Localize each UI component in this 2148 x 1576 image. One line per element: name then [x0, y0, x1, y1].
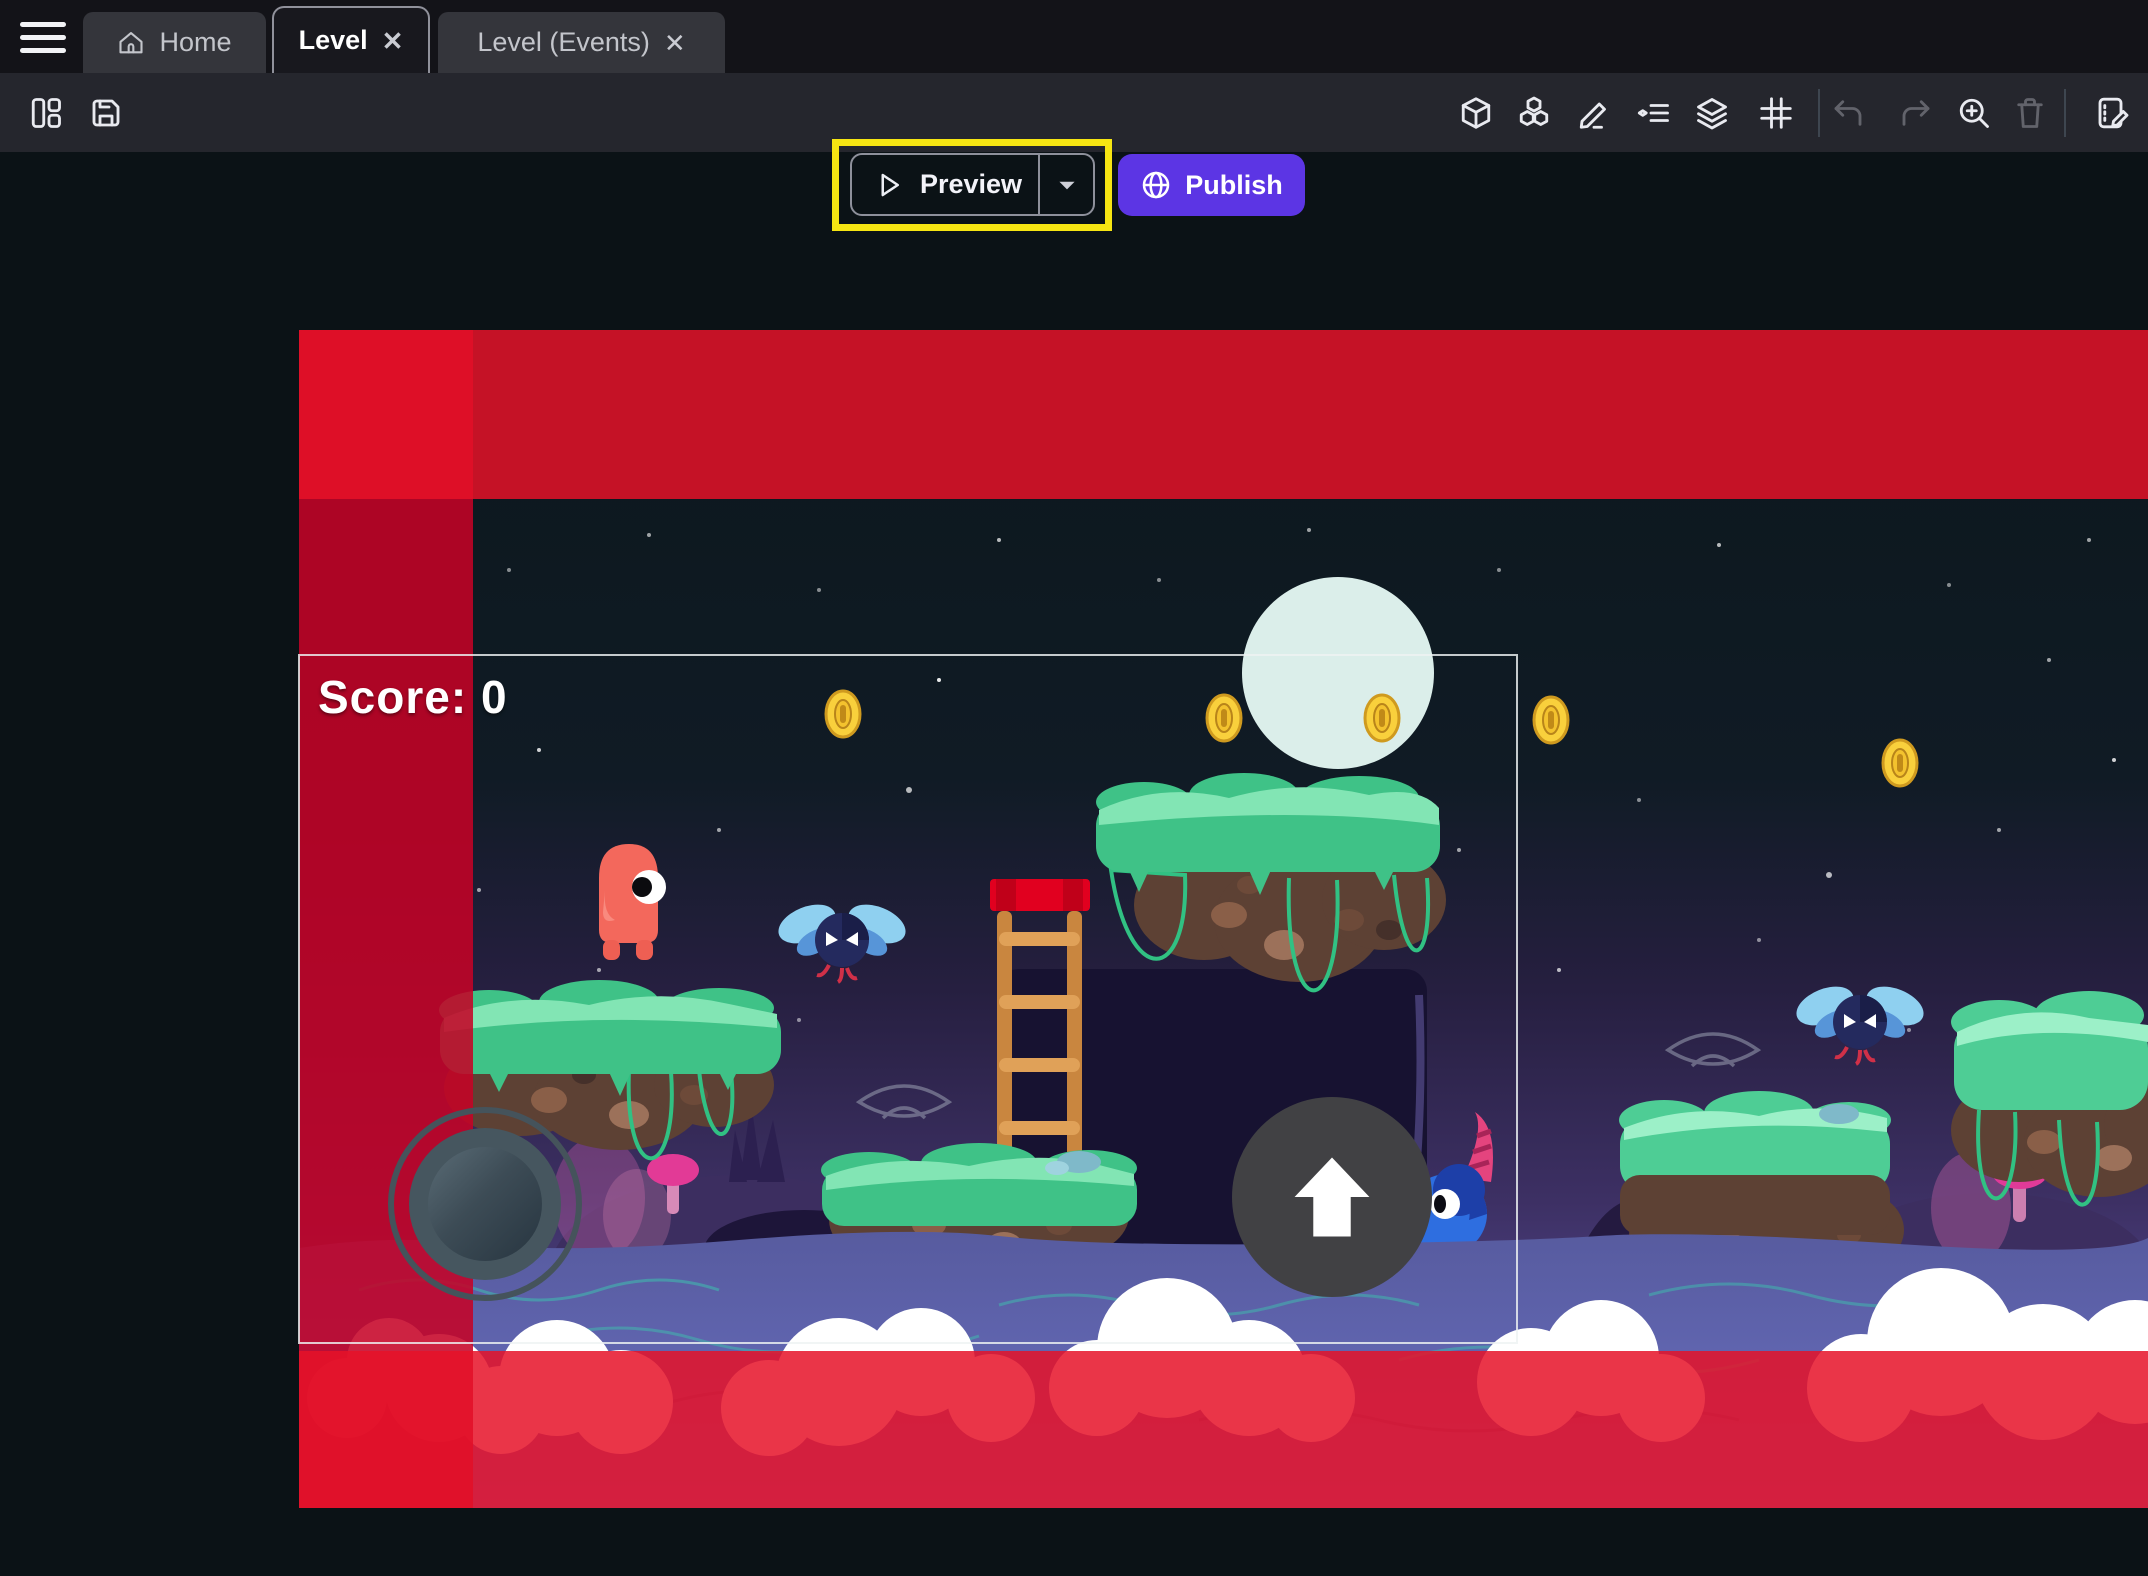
preview-button[interactable]: Preview [850, 153, 1095, 216]
pencil-icon[interactable] [1576, 95, 1612, 131]
tab-label: Level (Events) [477, 27, 650, 58]
score-label: Score: 0 [318, 670, 508, 724]
grid-icon[interactable] [1758, 95, 1794, 131]
save-icon[interactable] [88, 95, 124, 131]
chevron-down-icon[interactable] [1040, 172, 1093, 198]
cube-3d-icon[interactable] [1458, 95, 1494, 131]
hamburger-menu-icon[interactable] [20, 17, 66, 57]
home-icon [117, 29, 145, 57]
toolbar-divider [2064, 89, 2066, 137]
publish-button[interactable]: Publish [1118, 154, 1305, 216]
preview-label: Preview [904, 169, 1038, 200]
undo-icon[interactable] [1830, 95, 1866, 131]
tab-level-events[interactable]: Level (Events) ✕ [438, 12, 725, 73]
redo-icon[interactable] [1898, 95, 1934, 131]
coin [1207, 695, 1241, 741]
coin [1883, 740, 1917, 786]
play-icon [874, 170, 904, 200]
tab-label: Home [159, 27, 231, 58]
panel-layout-icon[interactable] [28, 95, 64, 131]
tab-home[interactable]: Home [83, 12, 266, 73]
coin [1365, 695, 1399, 741]
publish-label: Publish [1185, 170, 1283, 201]
tab-bar: Home Level ✕ Level (Events) ✕ [0, 0, 2148, 73]
tab-label: Level [299, 25, 368, 56]
island-far-right [1951, 991, 2148, 1205]
globe-icon [1140, 169, 1172, 201]
instances-list-icon[interactable] [1636, 95, 1672, 131]
events-edit-icon[interactable] [2094, 95, 2130, 131]
jump-button[interactable] [1232, 1097, 1432, 1297]
close-icon[interactable]: ✕ [664, 30, 686, 56]
objects-stack-icon[interactable] [1516, 95, 1552, 131]
tab-level[interactable]: Level ✕ [272, 6, 430, 73]
trash-icon[interactable] [2012, 95, 2048, 131]
close-icon[interactable]: ✕ [382, 28, 404, 54]
main-toolbar: Preview Publish [0, 73, 2148, 152]
zoom-in-icon[interactable] [1956, 95, 1992, 131]
layers-icon[interactable] [1694, 95, 1730, 131]
joystick-control[interactable] [388, 1107, 582, 1301]
toolbar-divider [1818, 89, 1820, 137]
joystick-knob[interactable] [428, 1147, 542, 1261]
moon [1242, 577, 1434, 769]
coin [1534, 697, 1568, 743]
coin [826, 691, 860, 737]
app-window: Home Level ✕ Level (Events) ✕ Preview [0, 0, 2148, 1576]
game-world [299, 330, 2148, 1508]
arrow-up-icon [1280, 1145, 1384, 1249]
scene-canvas[interactable]: Score: 0 987;728 [0, 152, 2148, 1576]
